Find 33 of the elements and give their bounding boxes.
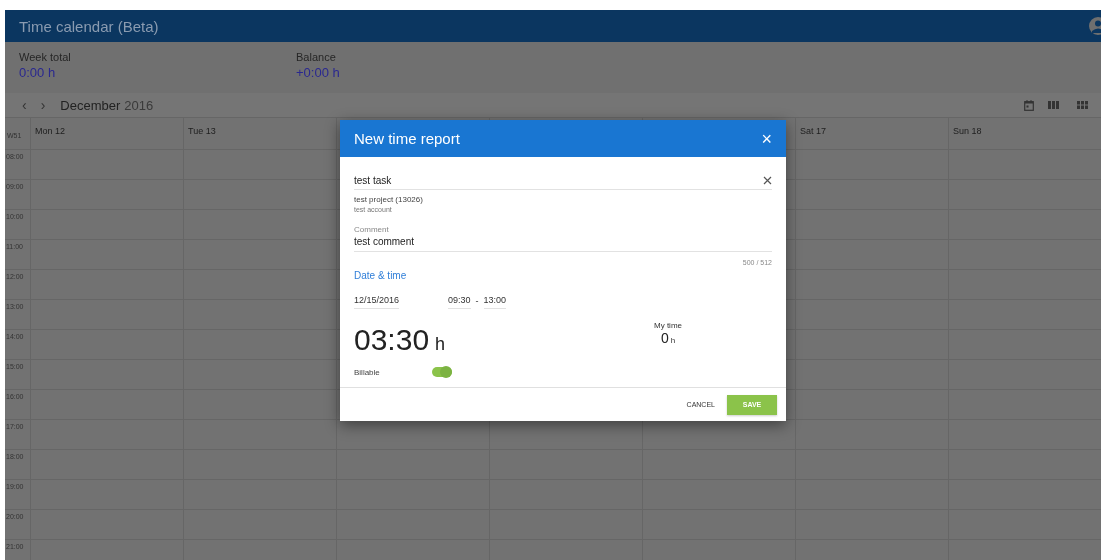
duration-value: 03:30 (354, 323, 430, 357)
task-field[interactable]: test task (354, 175, 772, 190)
duration-unit: h (435, 334, 446, 355)
stat-value: +0:00 h (296, 65, 341, 80)
comment-field[interactable]: Comment test comment (354, 225, 772, 252)
close-button[interactable]: × (759, 129, 774, 148)
stat-label: Week total (19, 51, 72, 63)
month-view-icon[interactable] (1077, 101, 1088, 109)
app-title: Time calendar (Beta) (19, 17, 159, 35)
stat-value: 0:00 h (19, 65, 57, 80)
date-field[interactable]: 12/15/2016 (354, 295, 400, 309)
section-title: Date & time (354, 270, 408, 281)
time-separator: - (475, 295, 479, 308)
dialog-title: New time report (354, 130, 460, 147)
billable-toggle[interactable] (432, 367, 452, 377)
day-header: Sun 18 (953, 126, 982, 136)
clear-icon[interactable] (763, 176, 772, 185)
week-view-icon[interactable] (1048, 101, 1059, 109)
day-header: Mon 12 (35, 126, 66, 136)
my-time-label: My time (654, 321, 682, 330)
stat-label: Balance (296, 51, 337, 63)
calendar-icon[interactable] (1024, 99, 1034, 111)
month-label: December (60, 97, 121, 113)
project-name: test project (13026) (354, 195, 424, 204)
year-label: 2016 (124, 97, 154, 113)
billable-label: Billable (354, 367, 381, 377)
my-time-unit: h (670, 336, 676, 345)
end-time-field[interactable]: 13:00 (483, 295, 507, 309)
day-header: Tue 13 (188, 126, 216, 136)
my-time-value: 0 (660, 330, 669, 346)
start-time-field[interactable]: 09:30 (448, 295, 471, 309)
day-header: Sat 17 (800, 126, 827, 136)
account-icon[interactable] (1089, 17, 1101, 35)
